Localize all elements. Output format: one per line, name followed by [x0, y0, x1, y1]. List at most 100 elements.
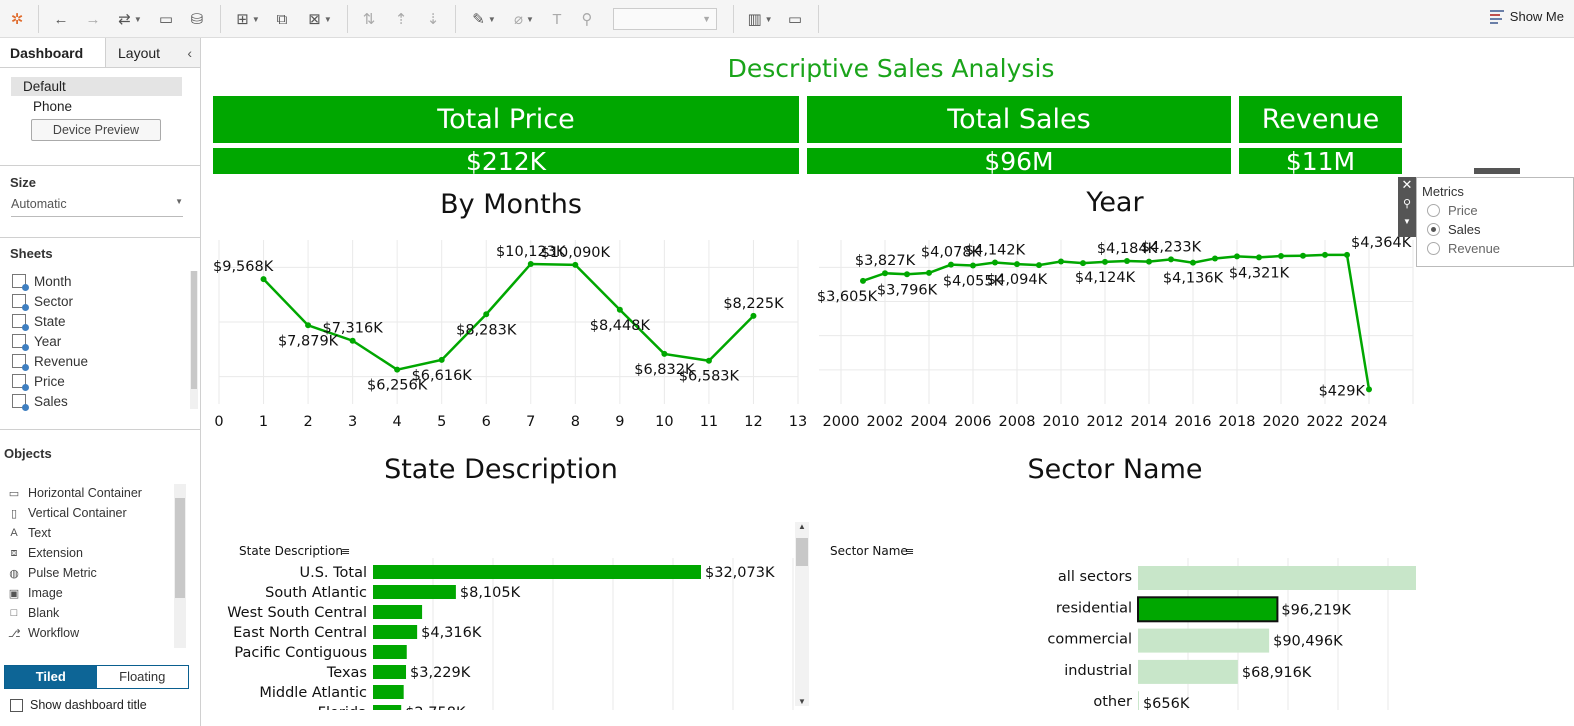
sheet-item-state[interactable]: State	[0, 311, 200, 331]
menu-caret-icon[interactable]: ▼	[1398, 217, 1416, 226]
sheet-item-label: Sector	[34, 293, 74, 309]
clear-sheet-icon[interactable]: ⊠ ▼	[302, 8, 338, 30]
chart-title-sector: Sector Name	[1027, 454, 1203, 485]
radio-icon	[1427, 242, 1440, 255]
bar	[373, 685, 404, 699]
pin-icon[interactable]: ⚲	[1398, 197, 1416, 217]
metrics-option-sales[interactable]: Sales	[1417, 220, 1573, 239]
tab-layout[interactable]: Layout ‹	[106, 38, 200, 67]
new-sheet-icon[interactable]: ⊞ ▼	[230, 8, 266, 30]
highlight-icon[interactable]: ✎ ▼	[466, 8, 502, 30]
size-select[interactable]: Automatic ▼	[11, 197, 183, 217]
object-item-label: Horizontal Container	[28, 486, 142, 500]
save-icon[interactable]: ▭	[155, 8, 177, 30]
device-phone[interactable]: Phone	[33, 99, 72, 114]
data-point	[483, 311, 490, 318]
sheet-item-revenue[interactable]: Revenue	[0, 351, 200, 371]
object-item-text[interactable]: A Text	[0, 523, 200, 543]
object-item-workflow[interactable]: ⎇ Workflow	[0, 623, 200, 643]
data-point	[1168, 256, 1174, 263]
worksheet-icon	[12, 314, 29, 331]
device-preview-button[interactable]: Device Preview	[31, 119, 161, 141]
sort-ascending-icon[interactable]: ⇡	[390, 8, 412, 30]
device-default[interactable]: Default	[11, 77, 182, 96]
scroll-down-icon[interactable]: ▼	[795, 697, 809, 706]
object-item-extension[interactable]: ⧈ Extension	[0, 543, 200, 563]
size-label: Size	[10, 175, 37, 190]
presentation-icon[interactable]: ▭	[784, 8, 806, 30]
object-item-web-page[interactable]: ◎ Web Page	[0, 643, 200, 647]
swap-icon[interactable]: ⇅	[358, 8, 380, 30]
x-tick-label: 10	[655, 414, 673, 430]
worksheet-icon	[12, 294, 29, 311]
sector-bar-chart[interactable]: Sector Name≡all sectors$256,753Kresident…	[816, 498, 1416, 710]
x-tick-label: 8	[571, 414, 580, 430]
card-display-icon[interactable]: ▥ ▼	[744, 8, 776, 30]
undo-icon[interactable]: ←	[50, 8, 72, 30]
months-line-chart[interactable]: $9,568K$7,879K$7,316K$6,256K$6,616K$8,28…	[201, 228, 816, 438]
show-title-checkbox[interactable]	[10, 698, 23, 712]
sort-icon: ≡	[905, 545, 914, 558]
metrics-option-revenue[interactable]: Revenue	[1417, 239, 1573, 258]
metrics-grip[interactable]	[1472, 166, 1522, 176]
x-tick-label: 5	[437, 414, 446, 430]
new-data-source-icon[interactable]: ⛁	[186, 8, 208, 30]
chevron-down-icon: ▼	[175, 197, 183, 206]
metrics-option-price[interactable]: Price	[1417, 201, 1573, 220]
duplicate-sheet-icon[interactable]: ⧉	[271, 8, 293, 30]
redo-icon[interactable]: →	[82, 8, 104, 30]
labels-icon[interactable]: T	[546, 8, 568, 30]
object-item-pulse-metric[interactable]: ◍ Pulse Metric	[0, 563, 200, 583]
kpi-revenue-label: Revenue	[1239, 96, 1402, 143]
data-point	[349, 337, 356, 344]
x-tick-label: 2010	[1043, 414, 1080, 430]
year-line-chart[interactable]: $3,605K$3,827K$3,796K$4,078K$4,055K$4,14…	[816, 228, 1416, 438]
tableau-logo-icon[interactable]: ✲	[6, 8, 28, 30]
bar-value-label: $90,496K	[1273, 634, 1343, 650]
sheet-item-price[interactable]: Price	[0, 371, 200, 391]
group-icon[interactable]: ⌀ ▼	[506, 8, 542, 30]
sheet-item-label: Year	[34, 333, 62, 349]
bar-category-label: East North Central	[233, 625, 367, 641]
fit-dropdown[interactable]: ▼	[613, 8, 717, 30]
bar-value-label: $656K	[1143, 696, 1190, 710]
metrics-title: Metrics	[1422, 184, 1464, 199]
object-item-blank[interactable]: □ Blank	[0, 603, 200, 623]
sheet-item-month[interactable]: Month	[0, 271, 200, 291]
sheet-item-year[interactable]: Year	[0, 331, 200, 351]
bar	[1138, 628, 1270, 653]
data-label: $10,090K	[541, 245, 611, 261]
state-scrollbar[interactable]: ▲ ▼	[795, 522, 809, 706]
x-tick-label: 1	[259, 414, 268, 430]
bar-value-label: $2,758K	[405, 705, 466, 710]
image-icon: ▣	[8, 587, 20, 600]
replay-icon[interactable]: ⇄ ▼	[112, 8, 148, 30]
sort-descending-icon[interactable]: ⇣	[422, 8, 444, 30]
collapse-icon[interactable]: ‹	[187, 45, 192, 61]
show-me-button[interactable]: Show Me	[1489, 9, 1564, 24]
data-label: $7,316K	[322, 321, 383, 337]
bar	[1137, 596, 1279, 623]
x-tick-label: 0	[214, 414, 223, 430]
data-point	[527, 260, 534, 267]
close-icon[interactable]: ✕	[1398, 177, 1416, 197]
object-item-label: Web Page	[28, 646, 86, 647]
object-item-image[interactable]: ▣ Image	[0, 583, 200, 603]
data-point	[1212, 255, 1218, 262]
state-bar-chart[interactable]: State Description≡ U.S. Total $32,073K Sout…	[201, 498, 821, 710]
data-point	[992, 259, 998, 266]
tab-dashboard[interactable]: Dashboard	[0, 38, 106, 67]
sheet-item-sector[interactable]: Sector	[0, 291, 200, 311]
data-label: $8,225K	[723, 296, 784, 312]
floating-button[interactable]: Floating	[96, 666, 188, 688]
tiled-button[interactable]: Tiled	[5, 666, 97, 688]
x-tick-label: 13	[789, 414, 807, 430]
scroll-up-icon[interactable]: ▲	[795, 522, 809, 531]
x-tick-label: 2004	[911, 414, 948, 430]
object-item-horizontal-container[interactable]: ▭ Horizontal Container	[0, 483, 200, 503]
object-item-vertical-container[interactable]: ▯ Vertical Container	[0, 503, 200, 523]
sheet-item-sales[interactable]: Sales	[0, 391, 200, 411]
pin-icon[interactable]: ⚲	[576, 8, 598, 30]
x-tick-label: 2002	[867, 414, 904, 430]
bar-category-label: industrial	[1064, 663, 1132, 679]
